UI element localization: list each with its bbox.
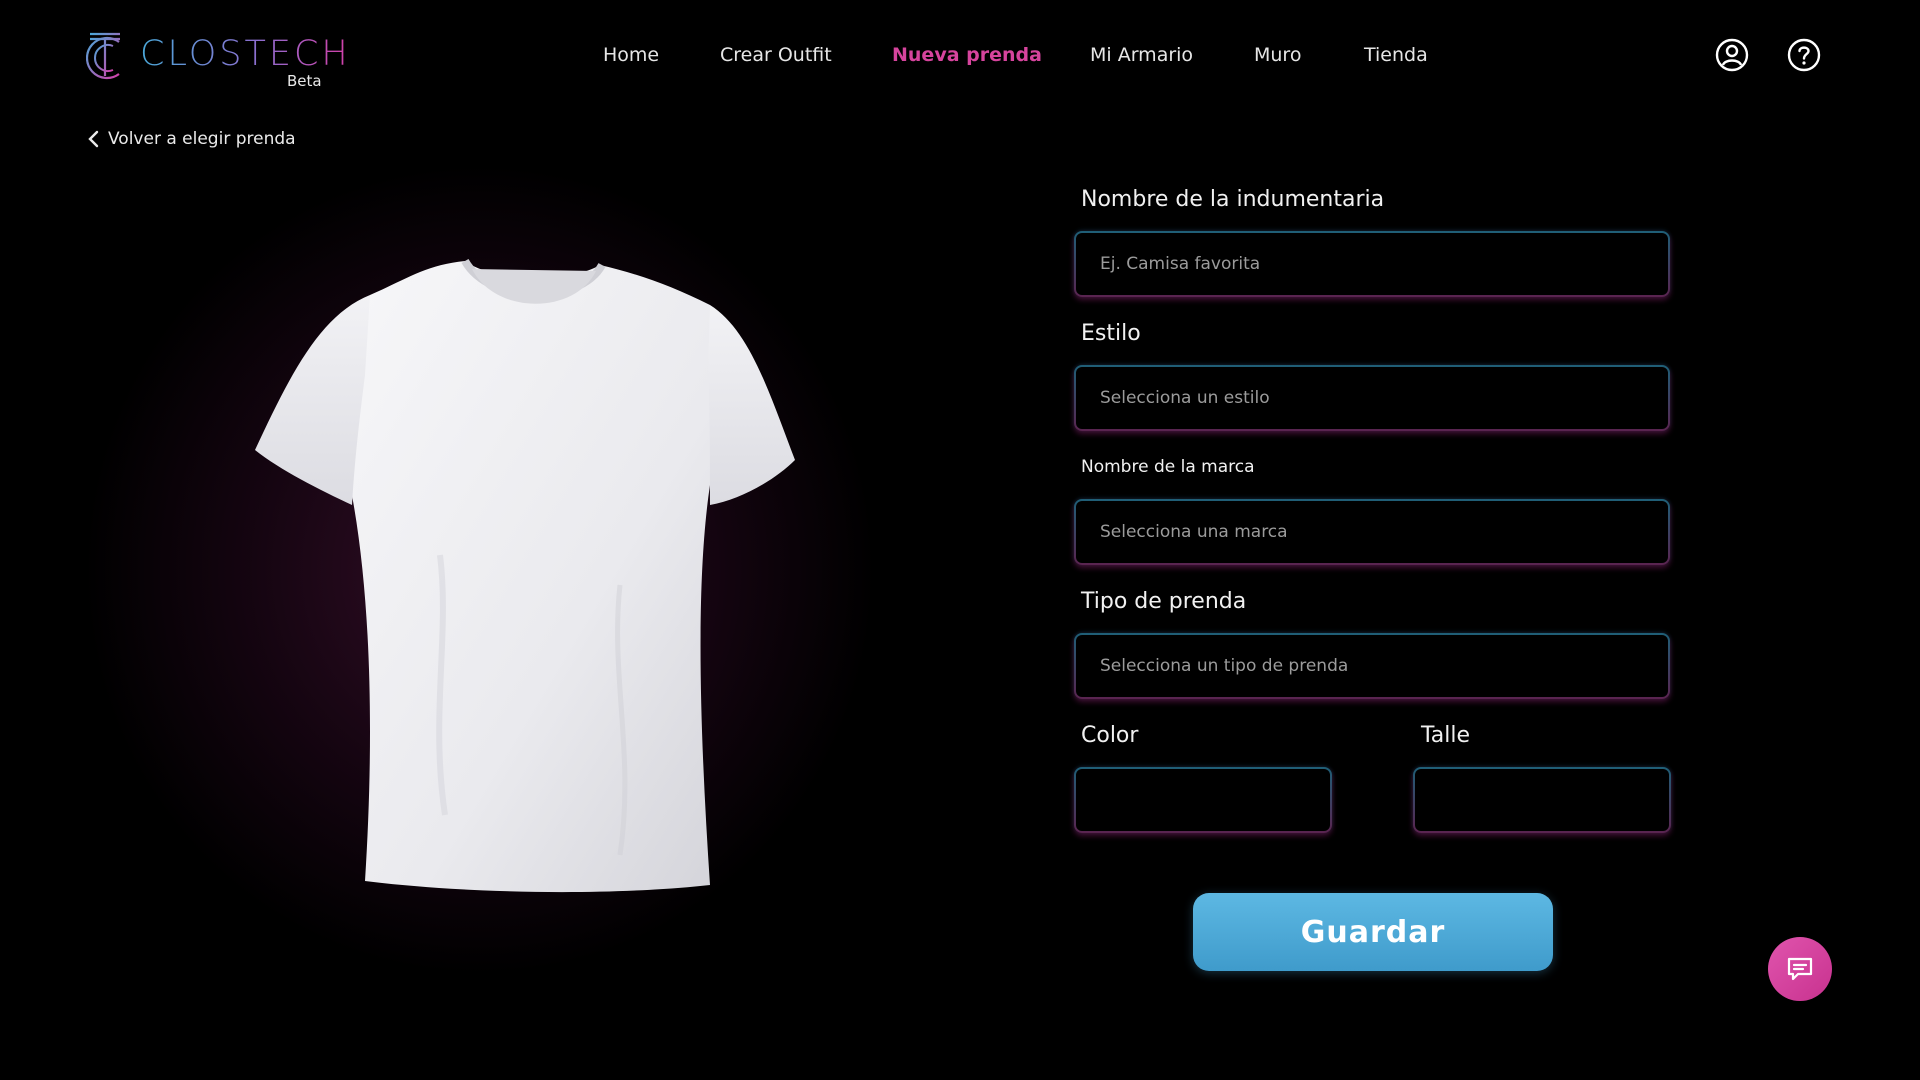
chat-button[interactable] xyxy=(1768,937,1832,1001)
style-label: Estilo xyxy=(1081,321,1141,346)
back-link-label: Volver a elegir prenda xyxy=(108,129,296,149)
style-select[interactable] xyxy=(1074,365,1670,431)
save-button[interactable]: Guardar xyxy=(1193,893,1553,971)
nav-item-tienda[interactable]: Tienda xyxy=(1364,44,1428,66)
size-field[interactable] xyxy=(1413,767,1671,833)
chat-icon xyxy=(1787,957,1813,981)
garment-preview-image xyxy=(255,258,795,893)
size-label: Talle xyxy=(1421,723,1471,748)
color-input[interactable] xyxy=(1098,789,1308,811)
nav-item-crear-outfit[interactable]: Crear Outfit xyxy=(720,44,832,66)
brand-input[interactable] xyxy=(1098,521,1646,543)
name-label: Nombre de la indumentaria xyxy=(1081,187,1385,212)
style-input[interactable] xyxy=(1098,387,1646,409)
brand-label: Nombre de la marca xyxy=(1081,457,1255,477)
chevron-left-icon xyxy=(88,130,99,148)
nav-item-nueva-prenda[interactable]: Nueva prenda xyxy=(892,44,1042,66)
name-input[interactable] xyxy=(1098,253,1646,275)
back-link[interactable]: Volver a elegir prenda xyxy=(86,127,296,151)
color-label: Color xyxy=(1081,723,1139,748)
type-label: Tipo de prenda xyxy=(1081,589,1247,614)
help-icon[interactable] xyxy=(1787,38,1821,72)
nav-item-mi-armario[interactable]: Mi Armario xyxy=(1090,44,1193,66)
main-nav: Home Crear Outfit Nueva prenda Mi Armari… xyxy=(0,40,1920,76)
nav-item-muro[interactable]: Muro xyxy=(1254,44,1301,66)
type-select[interactable] xyxy=(1074,633,1670,699)
type-input[interactable] xyxy=(1098,655,1646,677)
size-input[interactable] xyxy=(1437,789,1647,811)
name-field[interactable] xyxy=(1074,231,1670,297)
user-account-icon[interactable] xyxy=(1715,38,1749,72)
color-field[interactable] xyxy=(1074,767,1332,833)
brand-select[interactable] xyxy=(1074,499,1670,565)
nav-item-home[interactable]: Home xyxy=(603,44,659,66)
